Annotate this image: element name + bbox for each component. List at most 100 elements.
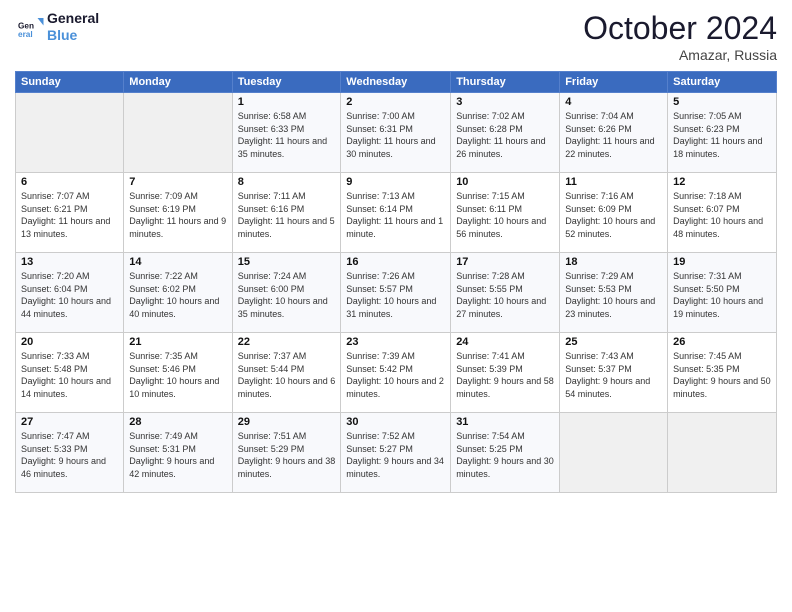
logo-line1: General (47, 10, 99, 27)
day-number: 8 (238, 176, 336, 188)
logo-line2: Blue (47, 27, 99, 44)
calendar-cell: 6 Sunrise: 7:07 AM Sunset: 6:21 PM Daylig… (16, 173, 124, 253)
weekday-header-sunday: Sunday (16, 72, 124, 93)
calendar-cell: 11 Sunrise: 7:16 AM Sunset: 6:09 PM Dayli… (560, 173, 668, 253)
calendar-week-row: 20 Sunrise: 7:33 AM Sunset: 5:48 PM Dayli… (16, 333, 777, 413)
day-info: Sunrise: 7:16 AM Sunset: 6:09 PM Dayligh… (565, 190, 662, 240)
calendar-cell (560, 413, 668, 493)
day-number: 6 (21, 176, 118, 188)
day-number: 17 (456, 256, 554, 268)
calendar-cell: 21 Sunrise: 7:35 AM Sunset: 5:46 PM Dayli… (124, 333, 232, 413)
day-info: Sunrise: 7:54 AM Sunset: 5:25 PM Dayligh… (456, 430, 554, 480)
day-info: Sunrise: 7:47 AM Sunset: 5:33 PM Dayligh… (21, 430, 118, 480)
title-block: October 2024 Amazar, Russia (583, 10, 777, 63)
day-info: Sunrise: 7:13 AM Sunset: 6:14 PM Dayligh… (346, 190, 445, 240)
day-info: Sunrise: 7:29 AM Sunset: 5:53 PM Dayligh… (565, 270, 662, 320)
day-info: Sunrise: 7:20 AM Sunset: 6:04 PM Dayligh… (21, 270, 118, 320)
calendar-cell: 25 Sunrise: 7:43 AM Sunset: 5:37 PM Dayli… (560, 333, 668, 413)
day-info: Sunrise: 7:37 AM Sunset: 5:44 PM Dayligh… (238, 350, 336, 400)
day-number: 13 (21, 256, 118, 268)
calendar-week-row: 13 Sunrise: 7:20 AM Sunset: 6:04 PM Dayli… (16, 253, 777, 333)
day-number: 11 (565, 176, 662, 188)
day-info: Sunrise: 7:33 AM Sunset: 5:48 PM Dayligh… (21, 350, 118, 400)
day-number: 18 (565, 256, 662, 268)
day-number: 26 (673, 336, 771, 348)
calendar-week-row: 27 Sunrise: 7:47 AM Sunset: 5:33 PM Dayli… (16, 413, 777, 493)
day-info: Sunrise: 7:51 AM Sunset: 5:29 PM Dayligh… (238, 430, 336, 480)
day-info: Sunrise: 7:43 AM Sunset: 5:37 PM Dayligh… (565, 350, 662, 400)
calendar-cell: 9 Sunrise: 7:13 AM Sunset: 6:14 PM Daylig… (341, 173, 451, 253)
day-info: Sunrise: 7:22 AM Sunset: 6:02 PM Dayligh… (129, 270, 226, 320)
calendar-cell (16, 93, 124, 173)
calendar-cell: 28Sunrise: 7:49 AM Sunset: 5:31 PM Dayli… (124, 413, 232, 493)
day-info: Sunrise: 7:45 AM Sunset: 5:35 PM Dayligh… (673, 350, 771, 400)
calendar-cell: 5Sunrise: 7:05 AM Sunset: 6:23 PM Daylig… (668, 93, 777, 173)
day-info: Sunrise: 7:24 AM Sunset: 6:00 PM Dayligh… (238, 270, 336, 320)
calendar-cell: 31 Sunrise: 7:54 AM Sunset: 5:25 PM Dayli… (451, 413, 560, 493)
weekday-header-friday: Friday (560, 72, 668, 93)
day-number: 27 (21, 416, 118, 428)
day-number: 14 (129, 256, 226, 268)
calendar-cell: 8 Sunrise: 7:11 AM Sunset: 6:16 PM Daylig… (232, 173, 341, 253)
day-number: 3 (456, 96, 554, 108)
calendar-cell: 12Sunrise: 7:18 AM Sunset: 6:07 PM Dayli… (668, 173, 777, 253)
calendar-cell: 4Sunrise: 7:04 AM Sunset: 6:26 PM Daylig… (560, 93, 668, 173)
weekday-header-thursday: Thursday (451, 72, 560, 93)
calendar-cell: 10 Sunrise: 7:15 AM Sunset: 6:11 PM Dayli… (451, 173, 560, 253)
calendar-cell: 17 Sunrise: 7:28 AM Sunset: 5:55 PM Dayli… (451, 253, 560, 333)
calendar-cell: 23Sunrise: 7:39 AM Sunset: 5:42 PM Dayli… (341, 333, 451, 413)
calendar-cell: 22 Sunrise: 7:37 AM Sunset: 5:44 PM Dayli… (232, 333, 341, 413)
calendar-cell: 29 Sunrise: 7:51 AM Sunset: 5:29 PM Dayli… (232, 413, 341, 493)
calendar-cell: 3 Sunrise: 7:02 AM Sunset: 6:28 PM Daylig… (451, 93, 560, 173)
day-number: 22 (238, 336, 336, 348)
calendar-week-row: 6 Sunrise: 7:07 AM Sunset: 6:21 PM Daylig… (16, 173, 777, 253)
day-number: 12 (673, 176, 771, 188)
day-number: 20 (21, 336, 118, 348)
calendar-cell: 19 Sunrise: 7:31 AM Sunset: 5:50 PM Dayli… (668, 253, 777, 333)
day-info: Sunrise: 7:11 AM Sunset: 6:16 PM Dayligh… (238, 190, 336, 240)
weekday-header-monday: Monday (124, 72, 232, 93)
day-number: 9 (346, 176, 445, 188)
location-title: Amazar, Russia (583, 47, 777, 63)
day-number: 19 (673, 256, 771, 268)
month-title: October 2024 (583, 10, 777, 47)
day-number: 1 (238, 96, 336, 108)
calendar-cell: 1 Sunrise: 6:58 AM Sunset: 6:33 PM Daylig… (232, 93, 341, 173)
calendar-cell: 14 Sunrise: 7:22 AM Sunset: 6:02 PM Dayli… (124, 253, 232, 333)
day-info: Sunrise: 7:02 AM Sunset: 6:28 PM Dayligh… (456, 110, 554, 160)
day-info: Sunrise: 7:39 AM Sunset: 5:42 PM Dayligh… (346, 350, 445, 400)
day-info: Sunrise: 7:28 AM Sunset: 5:55 PM Dayligh… (456, 270, 554, 320)
calendar-cell: 18 Sunrise: 7:29 AM Sunset: 5:53 PM Dayli… (560, 253, 668, 333)
calendar-cell: 2Sunrise: 7:00 AM Sunset: 6:31 PM Daylig… (341, 93, 451, 173)
day-info: Sunrise: 7:15 AM Sunset: 6:11 PM Dayligh… (456, 190, 554, 240)
logo: Gen eral General Blue (15, 10, 99, 44)
calendar-cell (124, 93, 232, 173)
calendar-cell: 26 Sunrise: 7:45 AM Sunset: 5:35 PM Dayli… (668, 333, 777, 413)
day-info: Sunrise: 7:35 AM Sunset: 5:46 PM Dayligh… (129, 350, 226, 400)
svg-text:eral: eral (18, 30, 33, 39)
day-info: Sunrise: 6:58 AM Sunset: 6:33 PM Dayligh… (238, 110, 336, 160)
logo-icon: Gen eral (15, 12, 45, 42)
weekday-header-row: SundayMondayTuesdayWednesdayThursdayFrid… (16, 72, 777, 93)
day-number: 29 (238, 416, 336, 428)
day-info: Sunrise: 7:05 AM Sunset: 6:23 PM Dayligh… (673, 110, 771, 160)
day-number: 7 (129, 176, 226, 188)
day-number: 24 (456, 336, 554, 348)
day-number: 15 (238, 256, 336, 268)
day-number: 10 (456, 176, 554, 188)
day-info: Sunrise: 7:09 AM Sunset: 6:19 PM Dayligh… (129, 190, 226, 240)
day-number: 25 (565, 336, 662, 348)
day-number: 4 (565, 96, 662, 108)
header: Gen eral General Blue October 2024 Amaza… (15, 10, 777, 63)
day-number: 16 (346, 256, 445, 268)
day-info: Sunrise: 7:31 AM Sunset: 5:50 PM Dayligh… (673, 270, 771, 320)
calendar-cell: 20 Sunrise: 7:33 AM Sunset: 5:48 PM Dayli… (16, 333, 124, 413)
weekday-header-saturday: Saturday (668, 72, 777, 93)
calendar-cell: 24Sunrise: 7:41 AM Sunset: 5:39 PM Dayli… (451, 333, 560, 413)
weekday-header-wednesday: Wednesday (341, 72, 451, 93)
calendar-cell: 13 Sunrise: 7:20 AM Sunset: 6:04 PM Dayli… (16, 253, 124, 333)
day-number: 21 (129, 336, 226, 348)
day-info: Sunrise: 7:00 AM Sunset: 6:31 PM Dayligh… (346, 110, 445, 160)
day-number: 31 (456, 416, 554, 428)
day-info: Sunrise: 7:07 AM Sunset: 6:21 PM Dayligh… (21, 190, 118, 240)
